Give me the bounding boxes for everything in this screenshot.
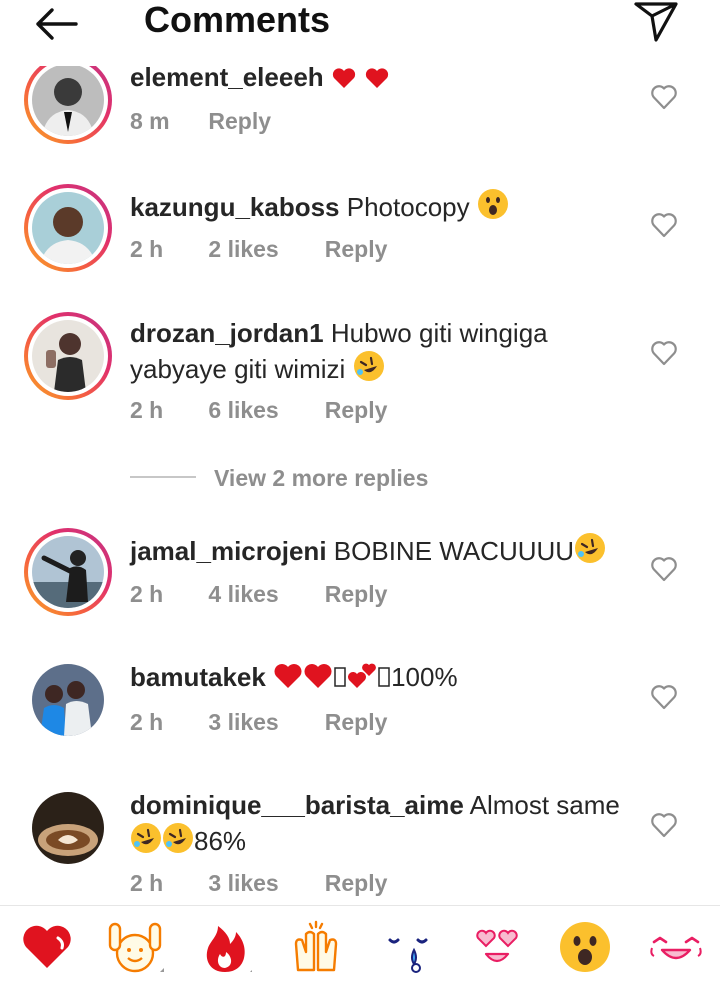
likes-count[interactable]: 2 likes — [208, 234, 318, 264]
comments-list[interactable]: element_eleeeh 8 m Reply kazungu_kaboss … — [0, 0, 720, 905]
crying-face-icon[interactable] — [384, 920, 438, 974]
like-heart-icon[interactable] — [650, 684, 678, 710]
username[interactable]: dominique___barista_aime — [130, 790, 464, 820]
reply-button[interactable]: Reply — [325, 234, 388, 264]
comment-text: dominique___barista_aime Almost same 86% — [130, 788, 620, 862]
reply-button[interactable]: Reply — [325, 707, 388, 737]
comment-text: jamal_microjeni BOBINE WACUUUU — [130, 532, 620, 572]
timestamp: 2 h — [130, 236, 164, 262]
like-heart-icon[interactable] — [650, 812, 678, 838]
rolling-laughing-icon — [130, 822, 162, 862]
username[interactable]: element_eleeeh — [130, 62, 324, 92]
clapping-hands-icon[interactable] — [288, 920, 342, 974]
likes-count[interactable]: 3 likes — [208, 868, 318, 898]
heart-eyes-icon[interactable] — [472, 920, 526, 974]
likes-count[interactable]: 6 likes — [208, 395, 318, 425]
comment-meta: 8 m Reply — [130, 106, 271, 136]
comment-body: Almost same — [469, 790, 620, 820]
like-heart-icon[interactable] — [650, 556, 678, 582]
red-heart-icon — [303, 662, 333, 698]
like-heart-icon[interactable] — [650, 340, 678, 366]
divider-line — [130, 476, 196, 478]
rolling-laughing-icon — [353, 350, 385, 390]
astonished-face-icon — [477, 188, 509, 228]
missing-glyph-icon — [377, 664, 391, 698]
reply-button[interactable]: Reply — [325, 395, 388, 425]
missing-glyph-icon — [333, 664, 347, 698]
avatar[interactable] — [32, 792, 104, 864]
comment-text: drozan_jordan1 Hubwo giti wingiga yabyay… — [130, 316, 620, 390]
timestamp: 2 h — [130, 870, 164, 896]
like-heart-icon[interactable] — [650, 212, 678, 238]
timestamp: 2 h — [130, 581, 164, 607]
like-heart-icon[interactable] — [650, 84, 678, 110]
likes-count[interactable]: 4 likes — [208, 579, 318, 609]
timestamp: 8 m — [130, 108, 170, 134]
avatar[interactable] — [24, 56, 112, 144]
comment-meta: 2 h 3 likes Reply — [130, 707, 387, 737]
red-heart-icon — [364, 64, 390, 98]
astonished-face-icon[interactable] — [558, 920, 612, 974]
reply-button[interactable]: Reply — [325, 579, 388, 609]
two-hearts-icon — [347, 660, 377, 698]
rolling-laughing-icon — [162, 822, 194, 862]
rolling-laughing-icon — [574, 532, 606, 572]
avatar[interactable] — [24, 184, 112, 272]
comment-text: kazungu_kaboss Photocopy — [130, 188, 620, 228]
top-bar: Comments — [0, 0, 720, 66]
back-arrow-icon[interactable] — [30, 4, 82, 44]
comment-meta: 2 h 6 likes Reply — [130, 395, 387, 425]
username[interactable]: jamal_microjeni — [130, 536, 327, 566]
paper-plane-icon[interactable] — [630, 0, 682, 44]
username[interactable]: kazungu_kaboss — [130, 192, 340, 222]
raising-hands-icon[interactable] — [106, 920, 166, 974]
emoji-reaction-bar — [0, 905, 720, 983]
reply-button[interactable]: Reply — [208, 106, 271, 136]
comment-body: Photocopy — [346, 192, 470, 222]
page-title: Comments — [144, 0, 331, 40]
laughing-face-icon[interactable] — [650, 920, 704, 974]
username[interactable]: bamutakek — [130, 662, 266, 692]
avatar[interactable] — [24, 528, 112, 616]
red-heart-icon[interactable] — [20, 920, 74, 974]
comment-body-suffix: 86% — [194, 826, 247, 856]
comment-body: BOBINE WACUUUU — [333, 536, 575, 566]
red-heart-icon — [273, 662, 303, 698]
comment-meta: 2 h 3 likes Reply — [130, 868, 387, 898]
timestamp: 2 h — [130, 709, 164, 735]
username[interactable]: drozan_jordan1 — [130, 318, 324, 348]
reply-button[interactable]: Reply — [325, 868, 388, 898]
comment-meta: 2 h 2 likes Reply — [130, 234, 387, 264]
timestamp: 2 h — [130, 397, 164, 423]
fire-icon[interactable] — [198, 920, 256, 974]
comment-body: 100% — [391, 662, 458, 692]
view-more-replies-label[interactable]: View 2 more replies — [214, 462, 428, 494]
likes-count[interactable]: 3 likes — [208, 707, 318, 737]
red-heart-icon — [331, 64, 357, 98]
comment-text: bamutakek 100% — [130, 660, 620, 698]
avatar[interactable] — [24, 312, 112, 400]
comment-meta: 2 h 4 likes Reply — [130, 579, 387, 609]
avatar[interactable] — [32, 664, 104, 736]
